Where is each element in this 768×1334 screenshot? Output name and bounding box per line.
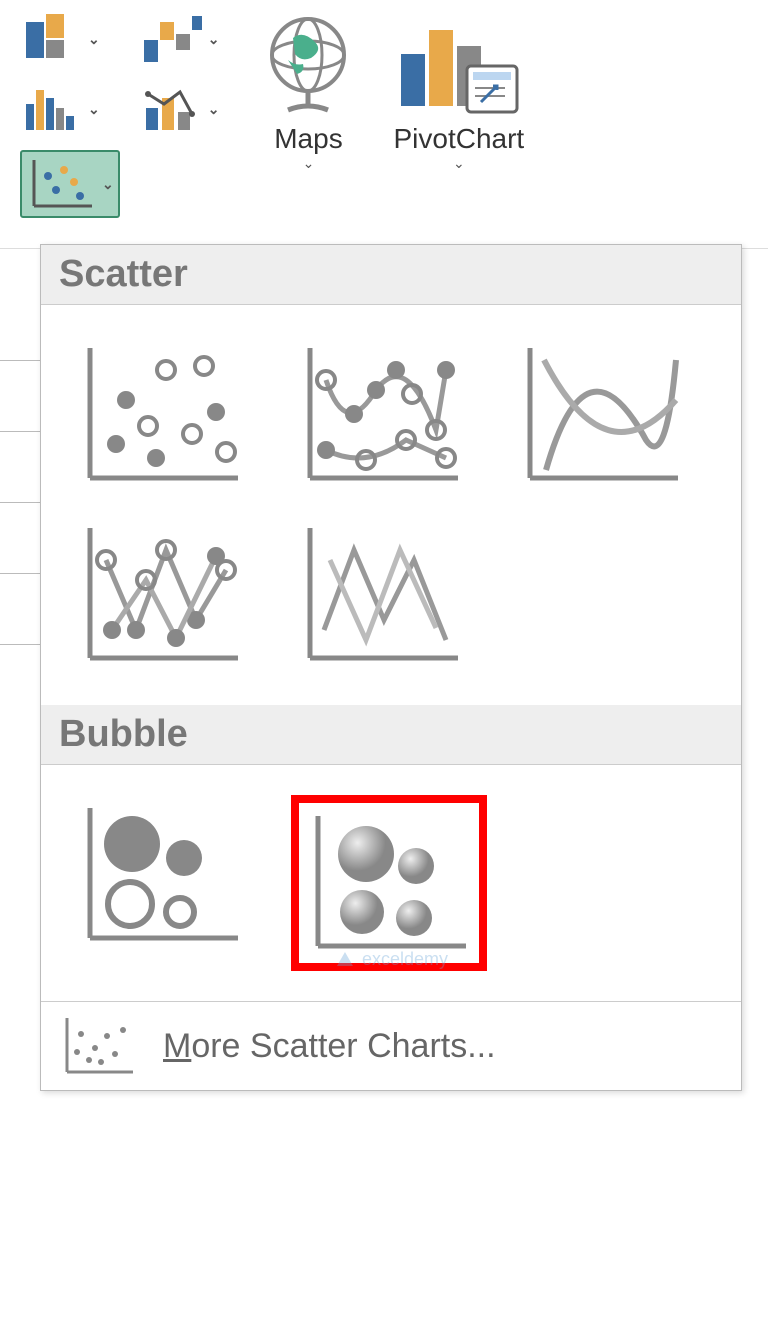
- chevron-down-icon: ⌄: [393, 155, 524, 172]
- insert-column-chart-button[interactable]: ⌄: [20, 10, 120, 68]
- more-scatter-label: More Scatter Charts...: [163, 1027, 496, 1066]
- maps-label: Maps: [253, 123, 363, 155]
- scatter-dropdown-panel: Scatter: [40, 244, 742, 1091]
- insert-histogram-button[interactable]: ⌄: [20, 80, 120, 138]
- scatter-straight-markers-option[interactable]: [71, 515, 251, 675]
- globe-icon: [253, 10, 363, 120]
- ribbon-charts-group: ⌄ ⌄ ⌄: [0, 0, 768, 249]
- scatter-straight-lines-option[interactable]: [291, 515, 471, 675]
- insert-combo-chart-button[interactable]: ⌄: [140, 80, 224, 138]
- chevron-down-icon: ⌄: [253, 155, 363, 172]
- chevron-down-icon: ⌄: [208, 101, 220, 118]
- chevron-down-icon: ⌄: [102, 176, 114, 193]
- bubble-section-header: Bubble: [41, 705, 741, 765]
- scatter-option[interactable]: [71, 335, 251, 495]
- pivotchart-button[interactable]: PivotChart ⌄: [393, 10, 524, 172]
- insert-waterfall-chart-button[interactable]: ⌄: [140, 10, 224, 68]
- chevron-down-icon: ⌄: [88, 31, 100, 48]
- scatter-smooth-lines-option[interactable]: [511, 335, 691, 495]
- maps-button[interactable]: Maps ⌄: [253, 10, 363, 172]
- insert-scatter-chart-button[interactable]: ⌄: [20, 150, 120, 218]
- chevron-down-icon: ⌄: [208, 31, 220, 48]
- more-scatter-charts-button[interactable]: More Scatter Charts...: [41, 1001, 741, 1090]
- pivotchart-label: PivotChart: [393, 123, 524, 155]
- scatter-more-icon: [59, 1014, 139, 1078]
- watermark: exceldemy: [334, 948, 448, 970]
- pivotchart-icon: [393, 10, 523, 120]
- bubble-3d-option[interactable]: [291, 795, 487, 971]
- chevron-down-icon: ⌄: [88, 101, 100, 118]
- scatter-smooth-markers-option[interactable]: [291, 335, 471, 495]
- scatter-section-header: Scatter: [41, 245, 741, 305]
- bubble-2d-option[interactable]: [71, 795, 251, 955]
